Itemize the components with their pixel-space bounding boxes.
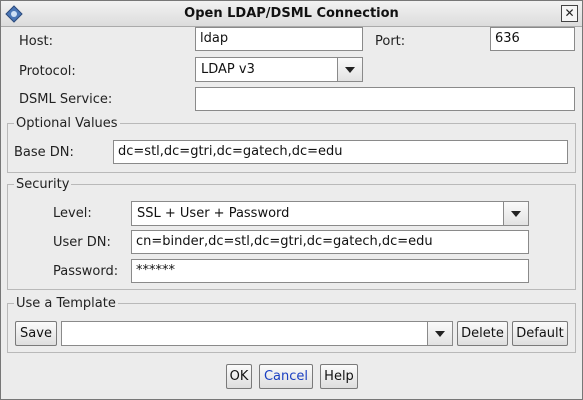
protocol-select-value: LDAP v3 [201, 62, 255, 77]
window-title: Open LDAP/DSML Connection [184, 6, 399, 21]
delete-template-button[interactable]: Delete [457, 321, 508, 346]
save-template-button[interactable]: Save [15, 321, 57, 346]
user-dn-label: User DN: [53, 235, 111, 250]
ok-button[interactable]: OK [226, 364, 252, 389]
security-title: Security [14, 177, 72, 192]
port-label: Port: [375, 34, 406, 49]
host-label: Host: [19, 34, 53, 49]
password-label: Password: [53, 264, 119, 279]
user-dn-input[interactable]: cn=binder,dc=stl,dc=gtri,dc=gatech,dc=ed… [131, 230, 529, 254]
security-level-select[interactable]: SSL + User + Password [131, 201, 529, 226]
help-button[interactable]: Help [320, 364, 358, 389]
optional-values-title: Optional Values [14, 116, 120, 131]
base-dn-input[interactable]: dc=stl,dc=gtri,dc=gatech,dc=edu [113, 140, 568, 164]
base-dn-label: Base DN: [14, 145, 74, 160]
protocol-label: Protocol: [19, 64, 76, 79]
close-icon[interactable]: ✕ [561, 5, 578, 22]
dialog-window: Open LDAP/DSML Connection ✕ Host: ldap P… [0, 0, 583, 400]
level-label: Level: [53, 206, 92, 221]
dsml-service-input[interactable] [195, 87, 575, 111]
port-input[interactable]: 636 [490, 27, 575, 51]
chevron-down-icon[interactable] [427, 322, 452, 345]
default-template-button[interactable]: Default [512, 321, 568, 346]
template-select[interactable] [61, 321, 453, 346]
password-input[interactable]: ****** [131, 259, 529, 283]
cancel-button[interactable]: Cancel [259, 364, 313, 389]
host-input[interactable]: ldap [195, 27, 363, 51]
title-bar[interactable]: Open LDAP/DSML Connection ✕ [1, 1, 582, 27]
chevron-down-icon[interactable] [337, 58, 362, 81]
security-level-value: SSL + User + Password [137, 206, 290, 221]
chevron-down-icon[interactable] [503, 202, 528, 225]
template-title: Use a Template [14, 296, 118, 311]
dsml-label: DSML Service: [19, 92, 113, 107]
protocol-select[interactable]: LDAP v3 [195, 57, 363, 82]
